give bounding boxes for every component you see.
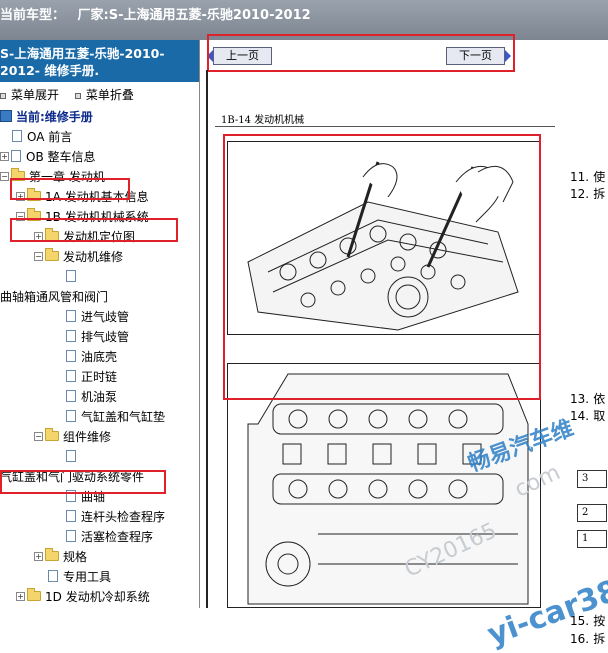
manual-page: 1B-14 发动机机械 11. 使 12. 拆 13. 依 14. 取 15. … [215,100,608,646]
tree-item-vehicle-info[interactable]: + OB 整车信息 [0,146,96,166]
tree-item-1d-cooling[interactable]: +1D 发动机冷却系统 [16,586,150,606]
folder-open-icon [45,428,59,441]
step-12: 12. 拆 [570,187,606,201]
tree-item-oil-pump[interactable]: 机油泵 [66,386,117,406]
collapse-minus-icon[interactable]: − [16,211,25,221]
step-14: 14. 取 [570,409,606,423]
tree-item-page[interactable] [66,446,81,466]
document-icon [66,270,76,282]
page-separator [206,70,208,608]
title-bar: 当前车型： 厂家:S-上海通用五菱-乐驰2010-2012 [0,0,608,40]
step-13: 13. 依 [570,392,606,406]
document-icon [66,370,76,382]
tree-item-engine-locator[interactable]: + 发动机定位图 [34,226,135,246]
tree-item-chapter1-engine[interactable]: − 第一章 发动机 [0,166,105,186]
tree-root[interactable]: 当前:维修手册 [0,106,93,126]
document-icon [66,390,76,402]
figure-cylinder-head-top [227,363,541,608]
tree-item-crankshaft[interactable]: 曲轴 [66,486,105,506]
tree-item-component-repair[interactable]: − 组件维修 [34,426,111,446]
expand-plus-icon[interactable]: + [0,151,9,161]
step-16: 16. 拆 [570,632,606,646]
collapse-minus-icon[interactable]: − [0,171,9,181]
tree-item-timing-chain[interactable]: 正时链 [66,366,117,386]
manual-book-icon [0,110,12,122]
step-11: 11. 使 [570,170,606,184]
tree-item-engine-repair[interactable]: − 发动机维修 [34,246,123,266]
tree-item-1b-engine-mechanical[interactable]: −1B 发动机机械系统 [16,206,149,226]
folder-open-icon [27,208,41,221]
document-icon [66,450,76,462]
next-page-button[interactable]: 下一页 [446,47,511,65]
tree-item-oil-pan[interactable]: 油底壳 [66,346,117,366]
tree-item-intake-manifold[interactable]: 进气歧管 [66,306,129,326]
document-icon [66,530,76,542]
prev-page-button[interactable]: 上一页 [207,47,272,65]
document-icon [66,310,76,322]
tree-item-head-valvetrain[interactable]: 气缸盖和气门驱动系统零件 [0,466,144,486]
document-icon [66,510,76,522]
tree-item-cylinder-head-gasket[interactable]: 气缸盖和气缸垫 [66,406,165,426]
document-icon [66,410,76,422]
tree-item-piston-check[interactable]: 活塞检查程序 [66,526,153,546]
collapse-menu-button[interactable]: 菜单折叠 [74,86,134,103]
expand-plus-icon[interactable]: + [34,231,43,241]
expand-plus-icon[interactable]: + [16,591,25,601]
book-title-line1: S-上海通用五菱-乐驰-2010- [0,46,165,61]
document-icon [11,150,21,162]
table-cell-1: 1 [577,530,607,548]
header-rule [215,126,555,127]
collapse-minus-icon[interactable]: − [34,431,43,441]
table-cell-2: 2 [577,504,607,522]
figure-camshaft-wrench [227,141,541,335]
folder-open-icon [45,248,59,261]
expand-menu-button[interactable]: 菜单展开 [0,86,59,103]
tree-pane: S-上海通用五菱-乐驰-2010- 2012- 维修手册. 菜单展开 菜单折叠 … [0,40,200,608]
cylinder-head-illustration [247,373,529,605]
collapse-icon [74,92,81,99]
document-icon [66,490,76,502]
expand-icon [0,92,6,99]
table-cell-3: 3 [577,470,607,488]
tree-item-pcv[interactable]: 曲轴箱通风管和阀门 [0,286,108,306]
collapse-minus-icon[interactable]: − [34,251,43,261]
tree-item-conrod-check[interactable]: 连杆头检查程序 [66,506,165,526]
tree-item-special-tools[interactable]: 专用工具 [48,566,111,586]
factory-label: 厂家:S-上海通用五菱-乐驰2010-2012 [77,8,311,23]
tree-item-page[interactable] [66,266,81,286]
engine-illustration [247,161,519,331]
document-icon [66,330,76,342]
tree-item-foreword[interactable]: OA 前言 [12,126,72,146]
tree-toolbar: 菜单展开 菜单折叠 [0,82,199,106]
page-nav-bar: 上一页 下一页 [201,40,608,70]
expand-plus-icon[interactable]: + [34,551,43,561]
document-icon [48,570,58,582]
current-model-label: 当前车型： [0,8,66,23]
document-icon [12,130,22,142]
document-viewer: 上一页 下一页 1B-14 发动机机械 11. 使 12. 拆 13. 依 14… [201,34,608,653]
book-title-line2: 2012- 维修手册. [0,63,100,78]
expand-plus-icon[interactable]: + [16,191,25,201]
page-header: 1B-14 发动机机械 [221,115,305,126]
folder-icon [27,588,41,601]
folder-icon [27,188,41,201]
tree-item-specs[interactable]: + 规格 [34,546,87,566]
folder-icon [45,228,59,241]
document-icon [66,350,76,362]
book-title: S-上海通用五菱-乐驰-2010- 2012- 维修手册. [0,40,199,82]
tree-item-1a-engine-basic[interactable]: +1A 发动机基本信息 [16,186,149,206]
arrow-right-icon [505,50,511,62]
folder-icon [45,548,59,561]
arrow-left-icon [207,50,213,62]
folder-open-icon [11,168,25,181]
tree-item-exhaust-manifold[interactable]: 排气歧管 [66,326,129,346]
